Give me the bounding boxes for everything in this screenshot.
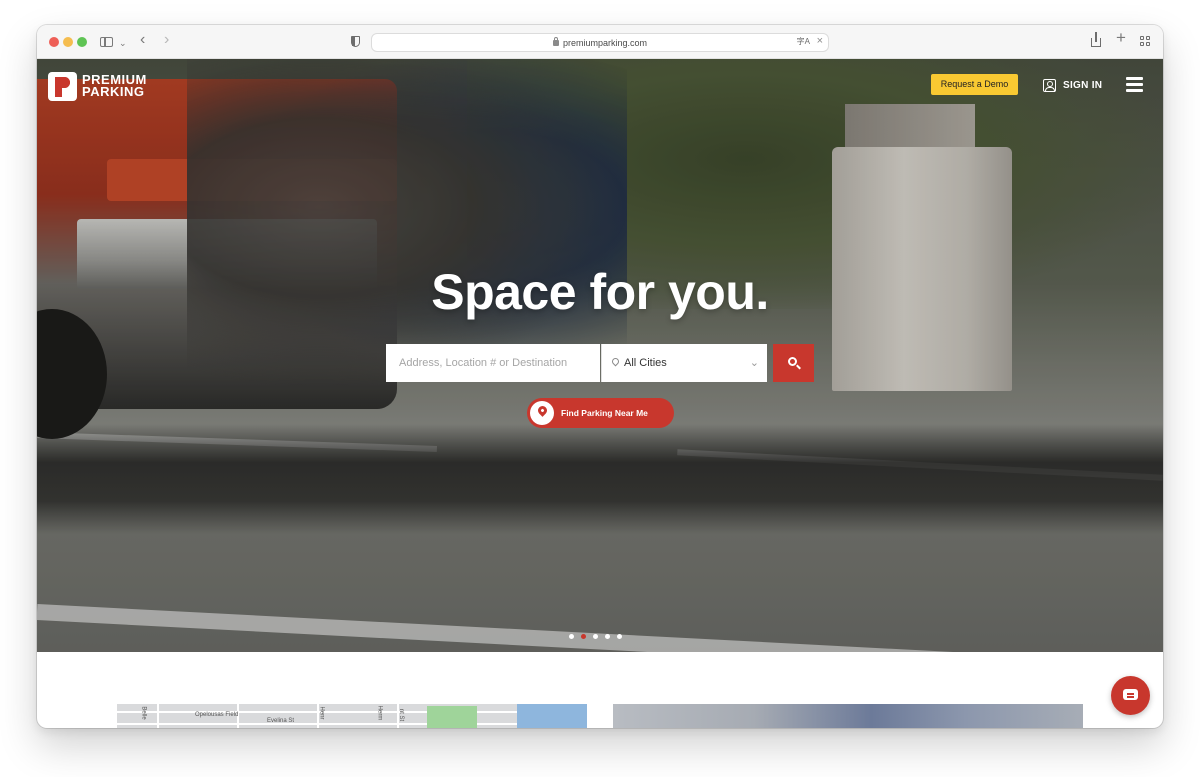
slider-dot-active[interactable] [581,634,586,639]
find-parking-near-me-label: Find Parking Near Me [561,408,648,418]
chevron-down-icon: ⌄ [749,357,759,369]
minimize-window-button[interactable] [63,37,73,47]
user-icon [1043,78,1056,92]
address-bar[interactable]: premiumparking.com 字A × [371,33,829,52]
sign-in-label: SIGN IN [1063,79,1103,91]
hero-banner [37,59,1163,652]
map-card[interactable]: Opelousas Field Evelina St Belle Henr He… [117,704,587,728]
map-road [157,704,159,728]
logo-p-icon [48,71,77,101]
lock-icon [552,37,559,46]
map-park [427,706,477,728]
chat-button[interactable] [1111,676,1150,715]
menu-icon[interactable] [1126,77,1143,92]
slider-dots [569,634,622,640]
hero-tint [37,59,1163,652]
hero-headline: Space for you. [431,264,769,320]
back-icon[interactable]: ‹ [140,31,145,49]
tabs-icon[interactable] [1140,36,1151,47]
forward-icon[interactable]: › [164,31,169,49]
sign-in-link[interactable]: SIGN IN [1043,77,1102,93]
shield-icon[interactable] [351,36,360,47]
request-demo-button[interactable]: Request a Demo [931,74,1018,95]
chat-icon [1123,689,1138,700]
logo-text: PREMIUM PARKING [82,73,147,99]
close-window-button[interactable] [49,37,59,47]
search-input[interactable] [386,344,600,382]
slider-dot[interactable] [569,634,574,639]
translate-icon[interactable]: 字A [797,36,810,47]
map-label: Evelina St [267,718,295,724]
plus-icon[interactable]: + [1116,29,1126,47]
map-label: nt St [398,708,405,722]
pin-icon [610,356,621,367]
map-water [517,704,587,728]
browser-toolbar: ⌄ ‹ › premiumparking.com 字A × + [37,25,1163,59]
slider-dot[interactable] [593,634,598,639]
url-text: premiumparking.com [562,38,648,48]
search-icon-handle [796,364,801,370]
slider-dot[interactable] [617,634,622,639]
city-select[interactable]: All Cities ⌄ [601,344,767,382]
search-button[interactable] [773,344,814,382]
logo-line-2: PARKING [82,84,145,99]
slider-dot[interactable] [605,634,610,639]
map-label: Opelousas Field [195,712,239,718]
chevron-down-icon[interactable]: ⌄ [119,34,127,52]
close-icon[interactable]: × [817,35,823,47]
location-pin-icon [530,401,554,425]
premium-parking-logo[interactable]: PREMIUM PARKING [48,71,147,101]
city-select-value: All Cities [624,357,667,369]
photo-card[interactable] [613,704,1083,728]
map-label: Henr [318,706,325,720]
sidebar-icon[interactable] [100,37,113,47]
browser-window: ⌄ ‹ › premiumparking.com 字A × + PREMIUM … [37,25,1163,728]
find-parking-near-me-button[interactable]: Find Parking Near Me [527,398,674,428]
map-label: Belle [140,706,147,720]
map-label: Herm [376,705,383,721]
maximize-window-button[interactable] [77,37,87,47]
